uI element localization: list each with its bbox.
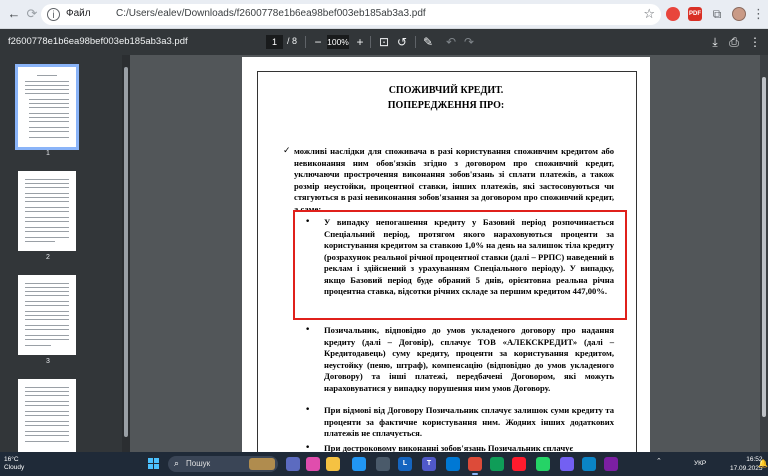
search-highlight-image xyxy=(249,458,275,470)
teams-icon[interactable]: T xyxy=(422,457,436,471)
intro-paragraph: можливі наслідки для споживача в разі ко… xyxy=(294,146,614,214)
whatsapp-icon[interactable] xyxy=(536,457,550,471)
profile-avatar[interactable] xyxy=(732,7,746,21)
back-icon[interactable]: ← xyxy=(6,6,22,22)
bullet-paragraph-4: При достроковому виконанні зобов'язань П… xyxy=(324,443,574,452)
tray-chevron-icon[interactable]: ⌃ xyxy=(656,457,662,465)
outlook-icon[interactable] xyxy=(446,457,460,471)
redo-icon[interactable]: ↷ xyxy=(462,34,476,50)
app-l-icon[interactable]: L xyxy=(398,457,412,471)
bullet-icon: • xyxy=(305,325,311,335)
thumbnail-page-1[interactable]: 1 xyxy=(15,64,79,157)
heading-line-2: ПОПЕРЕДЖЕННЯ ПРО: xyxy=(387,100,505,111)
viber-icon[interactable] xyxy=(560,457,574,471)
app-green-icon[interactable] xyxy=(490,457,504,471)
weather-widget[interactable]: 16°C Cloudy xyxy=(4,456,24,472)
thumbnail-page-2[interactable]: 2 xyxy=(18,171,78,261)
taskbar-search[interactable]: ⌕ Пошук xyxy=(168,456,278,472)
thumbnail-page-4[interactable] xyxy=(18,379,78,452)
thumbnail-image xyxy=(18,275,76,355)
download-icon[interactable]: ⤓ xyxy=(708,34,722,50)
thumbnail-image xyxy=(18,171,76,251)
toolbar-divider xyxy=(370,36,371,48)
extensions-puzzle-icon[interactable]: ⧉ xyxy=(710,7,724,21)
browser-address-bar: ← ⟳ i Файл C:/Users/ealev/Downloads/f260… xyxy=(0,0,768,29)
sidebar-scrollbar[interactable] xyxy=(122,55,130,452)
file-explorer-icon[interactable] xyxy=(326,457,340,471)
browser-menu-icon[interactable]: ⋮ xyxy=(752,6,765,22)
extension-icon[interactable] xyxy=(666,7,680,21)
heading-line-1: СПОЖИВЧИЙ КРЕДИТ. xyxy=(388,85,504,96)
url-scheme-label: Файл xyxy=(66,8,91,19)
opera-icon[interactable] xyxy=(512,457,526,471)
store-icon[interactable] xyxy=(376,457,390,471)
star-icon[interactable]: ☆ xyxy=(643,6,655,22)
chrome-icon[interactable] xyxy=(468,457,482,475)
thumbnail-number: 3 xyxy=(46,358,50,365)
toolbar-divider xyxy=(415,36,416,48)
bullet-icon: • xyxy=(305,443,311,452)
bullet-paragraph-3: При відмові від Договору Позичальник спл… xyxy=(324,405,614,438)
thumbnail-image xyxy=(15,64,79,150)
bullet-icon: • xyxy=(305,217,311,227)
pdf-page: СПОЖИВЧИЙ КРЕДИТ. ПОПЕРЕДЖЕННЯ ПРО: ✓ мо… xyxy=(242,57,650,452)
checkmark-icon: ✓ xyxy=(283,146,291,156)
bullet-paragraph-2: Позичальник, відповідно до умов укладено… xyxy=(324,325,614,393)
start-button[interactable] xyxy=(148,458,160,470)
weather-label: Cloudy xyxy=(4,464,25,471)
pdf-toolbar: f2600778e1b6ea98bef003eb185ab3a3.pdf 1 /… xyxy=(0,29,768,55)
temperature-label: 16°C xyxy=(4,456,19,463)
app-purple-icon[interactable] xyxy=(604,457,618,471)
omnibox[interactable]: i Файл C:/Users/ealev/Downloads/f2600778… xyxy=(41,4,661,25)
notification-icon[interactable]: 🔔 xyxy=(758,459,768,468)
thumbnail-number: 1 xyxy=(46,150,50,157)
toolbar-divider xyxy=(305,36,306,48)
document-title: f2600778e1b6ea98bef003eb185ab3a3.pdf xyxy=(8,36,188,47)
search-icon: ⌕ xyxy=(174,458,180,468)
main-scrollbar[interactable] xyxy=(760,55,768,452)
telegram-icon[interactable] xyxy=(582,457,596,471)
windows-taskbar: 16°C Cloudy ⌕ Пошук L T ⌃ УКР 16:52 17.0… xyxy=(0,452,768,476)
document-heading: СПОЖИВЧИЙ КРЕДИТ. ПОПЕРЕДЖЕННЯ ПРО: xyxy=(242,83,650,113)
thumbnail-page-3[interactable]: 3 xyxy=(18,275,78,365)
reload-icon[interactable]: ⟳ xyxy=(24,6,40,22)
annotate-pen-icon[interactable]: ✎ xyxy=(421,34,435,50)
page-count-label: / 8 xyxy=(287,36,298,46)
zoom-input[interactable]: 100% xyxy=(327,35,349,49)
thumbnail-image xyxy=(18,379,76,452)
bullet-icon: • xyxy=(305,405,311,415)
task-view-icon[interactable] xyxy=(286,457,300,471)
bullet-paragraph-1: У випадку непогашення кредиту у Базовий … xyxy=(324,217,614,296)
edge-icon[interactable] xyxy=(352,457,366,471)
url-text[interactable]: C:/Users/ealev/Downloads/f2600778e1b6ea9… xyxy=(116,8,426,19)
more-actions-icon[interactable]: ⋮ xyxy=(748,34,762,50)
thumbnail-number: 2 xyxy=(46,254,50,261)
undo-icon[interactable]: ↶ xyxy=(444,34,458,50)
zoom-out-button[interactable]: − xyxy=(311,34,325,50)
search-placeholder: Пошук xyxy=(186,459,211,468)
site-info-icon[interactable]: i xyxy=(47,8,60,21)
page-number-input[interactable]: 1 xyxy=(266,35,283,49)
thumbnail-sidebar: 1 2 3 xyxy=(0,55,124,452)
pdf-extension-icon[interactable]: PDF xyxy=(688,7,702,21)
print-icon[interactable]: ⎙ xyxy=(727,34,741,50)
language-indicator[interactable]: УКР xyxy=(694,460,706,467)
copilot-icon[interactable] xyxy=(306,457,320,471)
zoom-in-button[interactable]: + xyxy=(353,34,367,50)
fit-page-icon[interactable]: ⊡ xyxy=(377,34,391,50)
rotate-icon[interactable]: ↺ xyxy=(395,34,409,50)
